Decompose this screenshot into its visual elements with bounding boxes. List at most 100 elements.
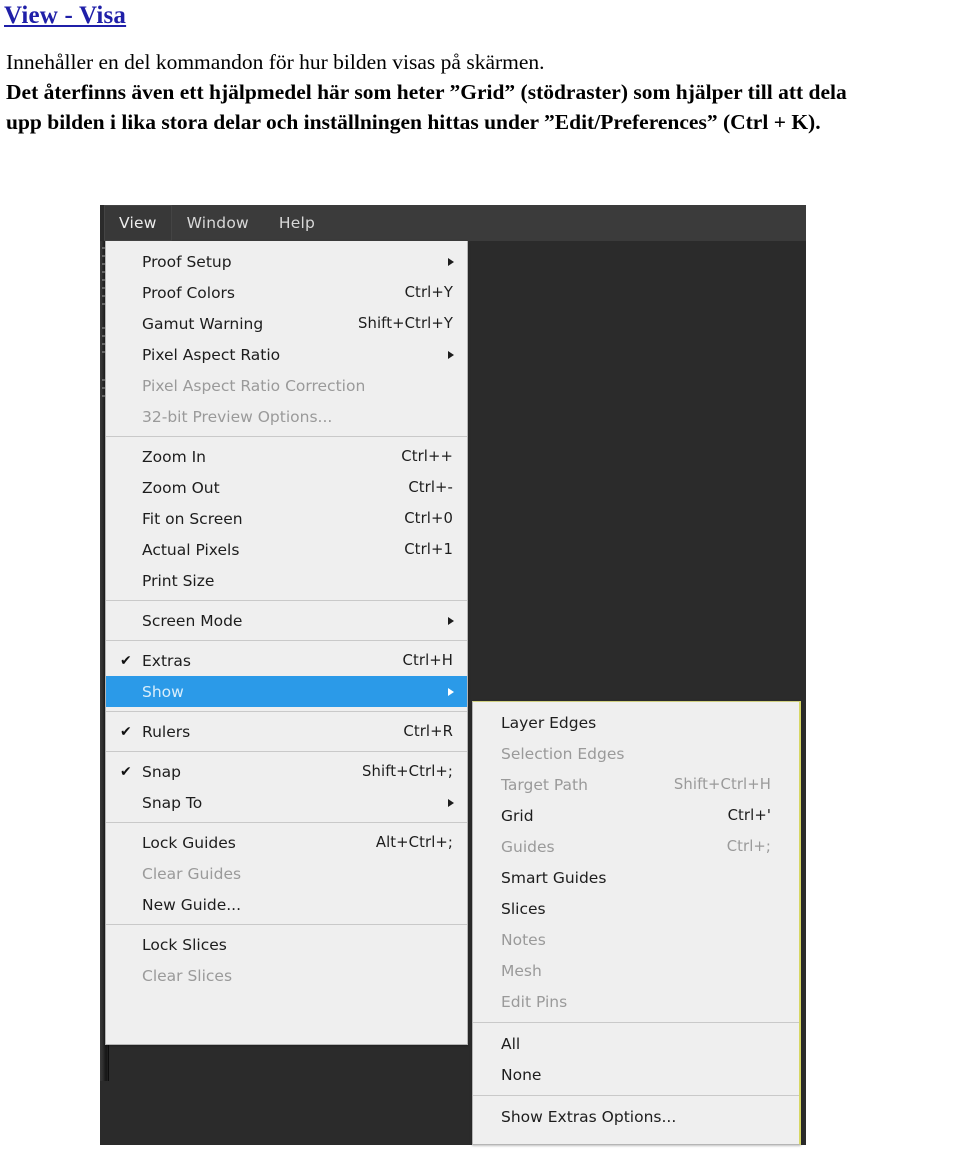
menu-item-label: Fit on Screen bbox=[142, 509, 243, 528]
menu-item-shortcut: Ctrl+R bbox=[403, 723, 453, 740]
submenu-item-guides: Guides Ctrl+; bbox=[473, 831, 799, 862]
submenu-item-layer-edges[interactable]: Layer Edges bbox=[473, 707, 799, 738]
submenu-item-slices[interactable]: Slices bbox=[473, 893, 799, 924]
menu-item-gamut-warning[interactable]: Gamut Warning Shift+Ctrl+Y bbox=[106, 308, 467, 339]
menu-item-label: 32-bit Preview Options... bbox=[142, 407, 333, 426]
submenu-item-show-extras-options[interactable]: Show Extras Options... bbox=[473, 1101, 799, 1132]
submenu-item-smart-guides[interactable]: Smart Guides bbox=[473, 862, 799, 893]
submenu-item-mesh: Mesh bbox=[473, 955, 799, 986]
menu-item-label: Snap bbox=[142, 762, 181, 781]
menu-item-label: Guides bbox=[501, 837, 555, 856]
menu-item-label: Print Size bbox=[142, 571, 215, 590]
menubar-item-view[interactable]: View bbox=[104, 205, 172, 241]
menu-item-pixel-aspect-ratio-correction: Pixel Aspect Ratio Correction bbox=[106, 370, 467, 401]
submenu-arrow-icon bbox=[448, 350, 454, 359]
document-body: Innehåller en del kommandon för hur bild… bbox=[6, 47, 956, 137]
menu-separator bbox=[106, 600, 467, 601]
menubar-item-help[interactable]: Help bbox=[264, 205, 330, 241]
menu-separator bbox=[106, 711, 467, 712]
menu-separator bbox=[106, 924, 467, 925]
menu-item-zoom-in[interactable]: Zoom In Ctrl++ bbox=[106, 441, 467, 472]
menu-item-snap[interactable]: ✔ Snap Shift+Ctrl+; bbox=[106, 756, 467, 787]
menu-item-clear-guides: Clear Guides bbox=[106, 858, 467, 889]
menu-item-snap-to[interactable]: Snap To bbox=[106, 787, 467, 818]
menu-item-zoom-out[interactable]: Zoom Out Ctrl+- bbox=[106, 472, 467, 503]
menu-item-label: Selection Edges bbox=[501, 744, 625, 763]
menu-item-show[interactable]: Show bbox=[106, 676, 467, 707]
menu-item-label: Clear Guides bbox=[142, 864, 242, 883]
menu-separator bbox=[106, 822, 467, 823]
menu-item-label: Lock Guides bbox=[142, 833, 236, 852]
menu-item-label: Clear Slices bbox=[142, 966, 233, 985]
menu-item-label: Lock Slices bbox=[142, 935, 227, 954]
menu-item-shortcut: Ctrl+1 bbox=[404, 541, 453, 558]
menu-item-print-size[interactable]: Print Size bbox=[106, 565, 467, 596]
menu-item-label: Show bbox=[142, 682, 184, 701]
menu-item-label: Zoom In bbox=[142, 447, 207, 466]
submenu-item-notes: Notes bbox=[473, 924, 799, 955]
menu-item-shortcut: Ctrl+; bbox=[726, 838, 771, 855]
menu-item-lock-slices[interactable]: Lock Slices bbox=[106, 929, 467, 960]
menubar-item-window[interactable]: Window bbox=[172, 205, 264, 241]
menu-item-label: Actual Pixels bbox=[142, 540, 240, 559]
submenu-item-all[interactable]: All bbox=[473, 1028, 799, 1059]
menu-item-shortcut: Shift+Ctrl+; bbox=[362, 763, 453, 780]
menu-item-fit-on-screen[interactable]: Fit on Screen Ctrl+0 bbox=[106, 503, 467, 534]
submenu-item-edit-pins: Edit Pins bbox=[473, 986, 799, 1017]
menu-item-shortcut: Alt+Ctrl+; bbox=[375, 834, 453, 851]
submenu-arrow-icon bbox=[448, 616, 454, 625]
submenu-item-none[interactable]: None bbox=[473, 1059, 799, 1090]
menubar-item-label: Help bbox=[278, 214, 316, 232]
menu-item-label: Grid bbox=[501, 806, 534, 825]
menu-item-new-guide[interactable]: New Guide... bbox=[106, 889, 467, 920]
menu-item-actual-pixels[interactable]: Actual Pixels Ctrl+1 bbox=[106, 534, 467, 565]
menu-item-pixel-aspect-ratio[interactable]: Pixel Aspect Ratio bbox=[106, 339, 467, 370]
menu-item-label: Gamut Warning bbox=[142, 314, 264, 333]
menu-item-shortcut: Ctrl+H bbox=[402, 652, 453, 669]
submenu-item-grid[interactable]: Grid Ctrl+' bbox=[473, 800, 799, 831]
menu-item-shortcut: Ctrl+- bbox=[408, 479, 453, 496]
menu-item-lock-guides[interactable]: Lock Guides Alt+Ctrl+; bbox=[106, 827, 467, 858]
checkmark-icon: ✔ bbox=[120, 723, 132, 740]
menu-item-label: All bbox=[501, 1034, 521, 1053]
show-submenu: Layer Edges Selection Edges Target Path … bbox=[472, 701, 801, 1145]
menu-item-label: Slices bbox=[501, 899, 546, 918]
menu-item-label: Pixel Aspect Ratio Correction bbox=[142, 376, 366, 395]
menu-item-shortcut: Ctrl+' bbox=[727, 807, 771, 824]
menu-item-clear-slices: Clear Slices bbox=[106, 960, 467, 991]
menu-item-label: Target Path bbox=[501, 775, 588, 794]
menu-item-label: Pixel Aspect Ratio bbox=[142, 345, 281, 364]
menu-item-label: Layer Edges bbox=[501, 713, 597, 732]
menu-item-label: Edit Pins bbox=[501, 992, 568, 1011]
menu-item-label: Proof Colors bbox=[142, 283, 235, 302]
menu-item-screen-mode[interactable]: Screen Mode bbox=[106, 605, 467, 636]
document-paragraph-line: Innehåller en del kommandon för hur bild… bbox=[6, 50, 545, 74]
menu-item-shortcut: Shift+Ctrl+H bbox=[673, 776, 771, 793]
menu-separator bbox=[106, 436, 467, 437]
menu-item-proof-setup[interactable]: Proof Setup bbox=[106, 246, 467, 277]
menu-item-label: Extras bbox=[142, 651, 191, 670]
view-dropdown-menu: Proof Setup Proof Colors Ctrl+Y Gamut Wa… bbox=[105, 241, 468, 1045]
menubar-item-label: View bbox=[119, 214, 157, 232]
menu-item-label: Notes bbox=[501, 930, 546, 949]
document-paragraph-line: Det återfinns även ett hjälpmedel här so… bbox=[6, 80, 847, 104]
checkmark-icon: ✔ bbox=[120, 652, 132, 669]
menu-item-label: Screen Mode bbox=[142, 611, 243, 630]
menu-separator bbox=[106, 640, 467, 641]
menu-item-rulers[interactable]: ✔ Rulers Ctrl+R bbox=[106, 716, 467, 747]
menubar-item-label: Window bbox=[186, 214, 249, 232]
menu-separator bbox=[473, 1022, 799, 1023]
submenu-item-selection-edges: Selection Edges bbox=[473, 738, 799, 769]
menu-separator bbox=[473, 1095, 799, 1096]
submenu-arrow-icon bbox=[448, 257, 454, 266]
menu-separator bbox=[106, 751, 467, 752]
menu-item-32-bit-preview-options: 32-bit Preview Options... bbox=[106, 401, 467, 432]
menu-item-label: None bbox=[501, 1065, 542, 1084]
menu-item-label: Show Extras Options... bbox=[501, 1107, 677, 1126]
menu-item-shortcut: Ctrl++ bbox=[401, 448, 453, 465]
photoshop-screenshot: View Window Help Proof Setup Proof Color… bbox=[100, 205, 806, 1145]
menu-item-proof-colors[interactable]: Proof Colors Ctrl+Y bbox=[106, 277, 467, 308]
menu-item-label: Snap To bbox=[142, 793, 203, 812]
menu-item-shortcut: Ctrl+0 bbox=[404, 510, 453, 527]
menu-item-extras[interactable]: ✔ Extras Ctrl+H bbox=[106, 645, 467, 676]
